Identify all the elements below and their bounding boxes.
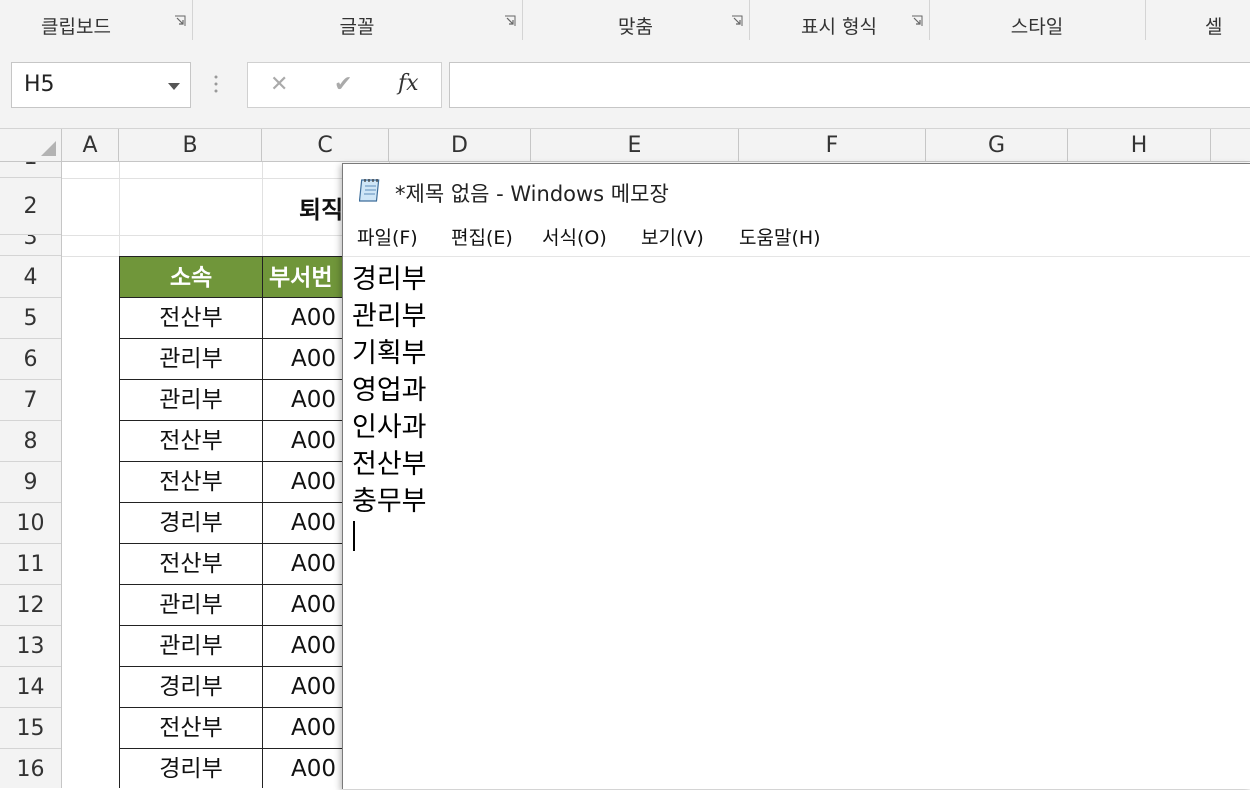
notepad-titlebar[interactable]: *제목 없음 - Windows 메모장: [343, 164, 1250, 216]
column-header-h[interactable]: H: [1068, 129, 1211, 161]
row-header-15[interactable]: 15: [0, 708, 61, 749]
row-header-13[interactable]: 13: [0, 626, 61, 667]
row-header-6[interactable]: 6: [0, 339, 61, 380]
chevron-down-icon[interactable]: [168, 83, 180, 90]
column-header-a[interactable]: A: [62, 129, 119, 161]
enter-icon[interactable]: ✔: [334, 72, 352, 97]
ribbon-group-label: 표시 형식: [801, 16, 877, 38]
row-header-12[interactable]: 12: [0, 585, 61, 626]
notepad-text-area[interactable]: 경리부 관리부 기획부 영업과 인사과 전산부 충무부: [343, 256, 1250, 790]
ribbon-group-font: 글꼴: [192, 0, 522, 44]
dialog-launcher-icon[interactable]: [504, 15, 516, 27]
row-header-8[interactable]: 8: [0, 421, 61, 462]
notepad-title: *제목 없음 - Windows 메모장: [395, 182, 669, 206]
menu-view[interactable]: 보기(V): [641, 223, 704, 250]
cancel-icon[interactable]: ✕: [270, 72, 288, 97]
formula-input[interactable]: [449, 62, 1250, 108]
column-header-g[interactable]: G: [926, 129, 1068, 161]
column-header-b[interactable]: B: [119, 129, 262, 161]
menu-file[interactable]: 파일(F): [357, 223, 418, 250]
text-line: 기획부: [352, 338, 427, 369]
ribbon-group-number: 표시 형식: [749, 0, 929, 44]
name-box[interactable]: H5: [11, 62, 191, 108]
drag-handle-icon[interactable]: [214, 74, 218, 94]
dialog-launcher-icon[interactable]: [731, 15, 743, 27]
ribbon-group-label: 클립보드: [41, 16, 111, 38]
row-header-3[interactable]: 3: [0, 235, 61, 256]
table-cell[interactable]: 관리부: [119, 339, 263, 380]
ribbon-group-label: 셀: [1205, 16, 1223, 38]
ribbon-group-alignment: 맞춤: [522, 0, 749, 44]
formula-buttons: ✕ ✔ fx: [247, 62, 442, 108]
text-line: 인사과: [352, 412, 427, 443]
text-line: 충무부: [352, 486, 427, 517]
header-cell-affiliation[interactable]: 소속: [119, 256, 263, 298]
menu-edit[interactable]: 편집(E): [451, 223, 513, 250]
row-header-11[interactable]: 11: [0, 544, 61, 585]
text-line: 관리부: [352, 301, 427, 332]
column-header-f[interactable]: F: [739, 129, 926, 161]
row-header-2[interactable]: 2: [0, 178, 61, 235]
menu-help[interactable]: 도움말(H): [739, 223, 821, 250]
row-header-7[interactable]: 7: [0, 380, 61, 421]
ribbon-group-cells: 셀: [1145, 0, 1250, 44]
table-cell[interactable]: 관리부: [119, 626, 263, 667]
table-title[interactable]: 퇴직: [299, 190, 343, 225]
select-all-icon: [41, 141, 56, 156]
menu-format[interactable]: 서식(O): [542, 223, 607, 250]
select-all-button[interactable]: [0, 129, 62, 161]
table-cell[interactable]: 전산부: [119, 544, 263, 585]
text-caret: [353, 521, 355, 551]
row-headers: 1 2 3 4 5 6 7 8 9 10 11 12 13 14 15 16: [0, 162, 62, 788]
ribbon-group-label: 맞춤: [618, 16, 653, 38]
notepad-window: *제목 없음 - Windows 메모장 파일(F) 편집(E) 서식(O) 보…: [342, 163, 1250, 789]
ribbon-group-label: 스타일: [1010, 16, 1064, 38]
column-header-e[interactable]: E: [531, 129, 739, 161]
text-line: 영업과: [352, 375, 427, 406]
column-header-c[interactable]: C: [262, 129, 389, 161]
text-line: 경리부: [352, 264, 427, 295]
ribbon-group-styles: 스타일: [929, 0, 1145, 44]
table-cell[interactable]: 경리부: [119, 503, 263, 544]
notepad-icon: [359, 179, 380, 202]
table-cell[interactable]: 전산부: [119, 462, 263, 503]
column-header-d[interactable]: D: [389, 129, 531, 161]
insert-function-icon[interactable]: fx: [398, 71, 419, 96]
row-header-9[interactable]: 9: [0, 462, 61, 503]
table-cell[interactable]: 경리부: [119, 667, 263, 708]
ribbon: 클립보드 글꼴 맞춤 표시 형식 스타일 셀: [0, 0, 1250, 45]
column-headers: A B C D E F G H: [0, 129, 1250, 162]
row-header-16[interactable]: 16: [0, 749, 61, 788]
row-header-5[interactable]: 5: [0, 298, 61, 339]
table-cell[interactable]: 경리부: [119, 749, 263, 788]
dialog-launcher-icon[interactable]: [911, 15, 923, 27]
table-cell[interactable]: 전산부: [119, 298, 263, 339]
table-cell[interactable]: 관리부: [119, 585, 263, 626]
name-box-value: H5: [24, 72, 55, 97]
notepad-menubar: 파일(F) 편집(E) 서식(O) 보기(V) 도움말(H): [343, 219, 1250, 253]
table-cell[interactable]: 관리부: [119, 380, 263, 421]
text-line: 전산부: [352, 449, 427, 480]
table-cell[interactable]: 전산부: [119, 708, 263, 749]
row-header-14[interactable]: 14: [0, 667, 61, 708]
ribbon-group-label: 글꼴: [339, 16, 375, 38]
ribbon-group-clipboard: 클립보드: [0, 0, 192, 44]
row-header-1[interactable]: 1: [0, 162, 61, 178]
formula-bar: H5 ✕ ✔ fx: [0, 44, 1250, 129]
row-header-10[interactable]: 10: [0, 503, 61, 544]
row-header-4[interactable]: 4: [0, 256, 61, 298]
table-cell[interactable]: 전산부: [119, 421, 263, 462]
dialog-launcher-icon[interactable]: [174, 15, 186, 27]
